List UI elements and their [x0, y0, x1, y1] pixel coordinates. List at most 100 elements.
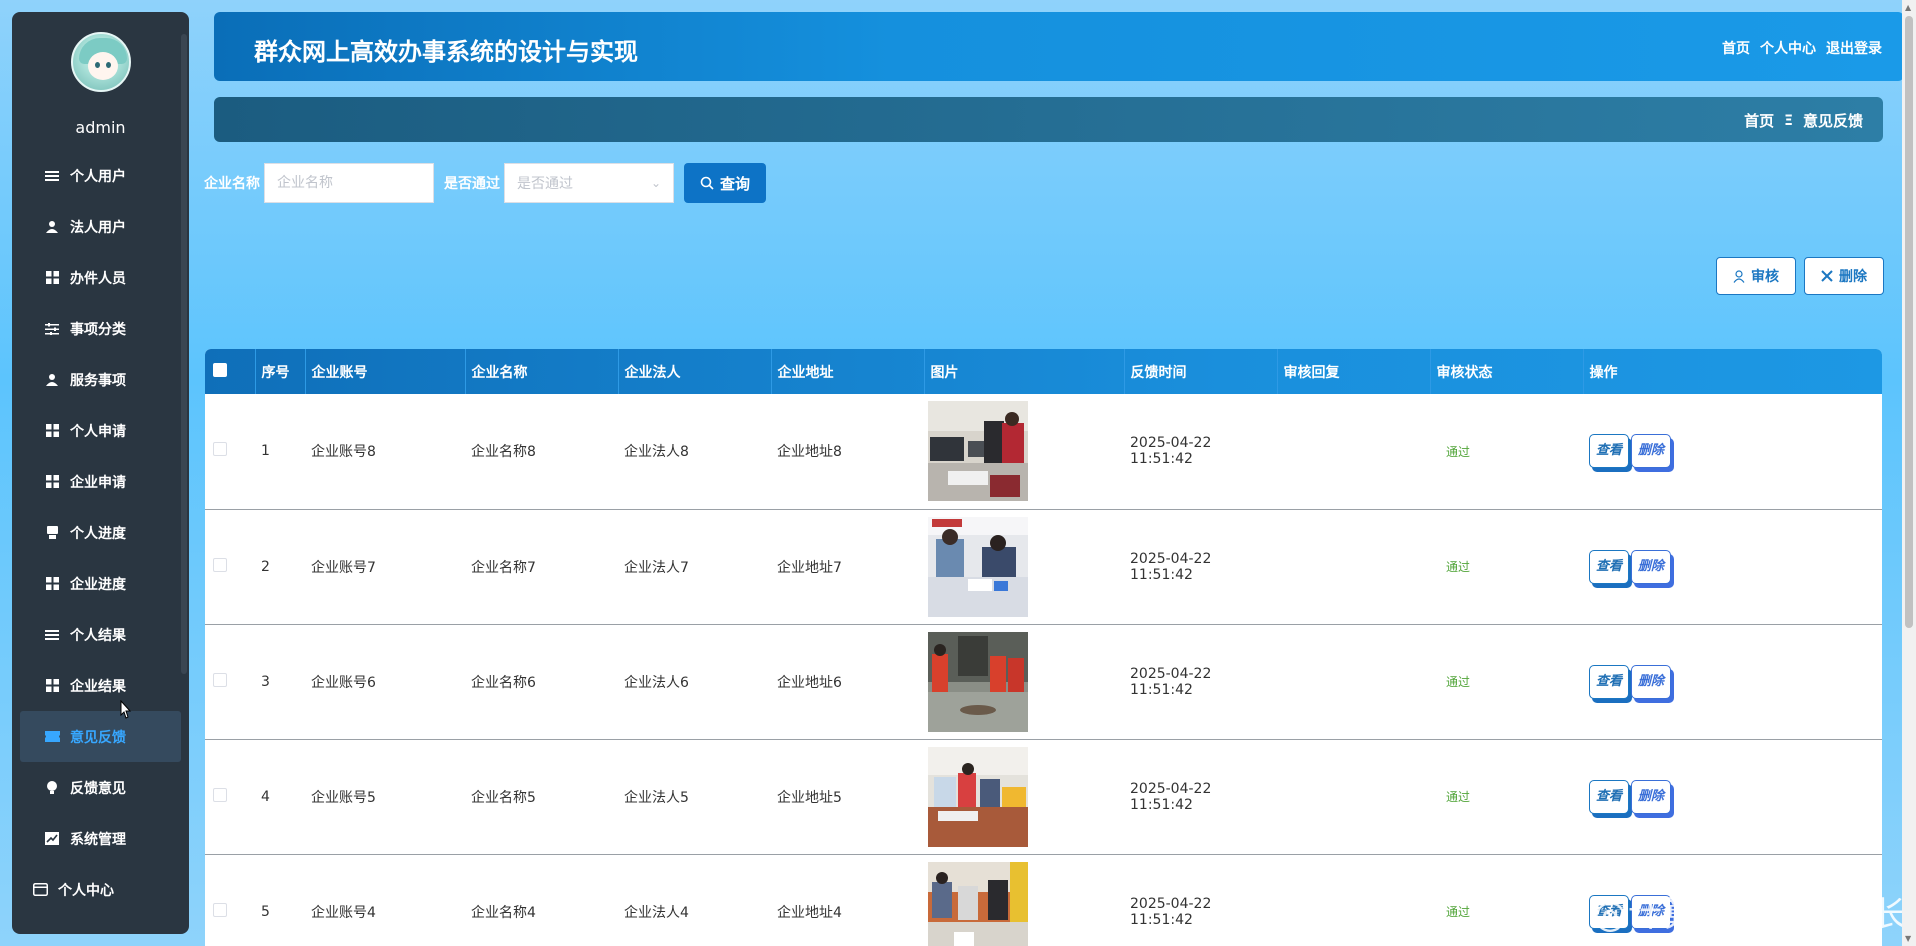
- cell-account: 企业账号7: [311, 559, 376, 576]
- sidebar-item-办件人员[interactable]: 办件人员: [12, 252, 189, 303]
- column-header: 操作: [1589, 364, 1618, 381]
- header-link-logout[interactable]: 退出登录: [1826, 38, 1882, 58]
- select-all-checkbox[interactable]: [213, 362, 227, 377]
- sidebar-item-系统管理[interactable]: 系统管理: [12, 813, 189, 864]
- cell-address: 企业地址7: [777, 559, 842, 576]
- column-header: 企业法人: [618, 349, 772, 394]
- sidebar-item-label: 服务事项: [70, 372, 126, 389]
- user-icon: [44, 220, 60, 234]
- cell-address: 企业地址6: [777, 674, 842, 691]
- passed-select[interactable]: 是否通过 ⌄: [504, 163, 674, 203]
- cell-name: 企业名称5: [471, 789, 536, 806]
- status-badge: 通过: [1446, 790, 1471, 804]
- printer-icon: [44, 526, 60, 540]
- feedback-photo[interactable]: [928, 401, 1028, 502]
- header-link-home[interactable]: 首页: [1722, 38, 1750, 58]
- passed-select-placeholder: 是否通过: [517, 176, 573, 192]
- row-checkbox[interactable]: [213, 787, 227, 802]
- cell-reply: [1277, 394, 1430, 509]
- feedback-photo[interactable]: [928, 516, 1028, 617]
- mouse-cursor-icon: [120, 700, 132, 719]
- scrollbar-thumb[interactable]: [1905, 16, 1913, 628]
- table-row: 4 企业账号5 企业名称5 企业法人5 企业地址5 2025-04-22 11:…: [205, 739, 1882, 854]
- sidebar-item-个人用户[interactable]: 个人用户: [12, 150, 189, 201]
- query-button-label: 查询: [720, 174, 751, 193]
- sidebar-item-企业进度[interactable]: 企业进度: [12, 558, 189, 609]
- grid-icon: [44, 679, 60, 693]
- view-button[interactable]: 查看: [1589, 779, 1630, 814]
- delete-button[interactable]: 删除: [1631, 549, 1672, 584]
- cell-reply: [1277, 509, 1430, 624]
- view-button[interactable]: 查看: [1589, 549, 1630, 584]
- column-header: 序号: [255, 349, 306, 394]
- sidebar-menu: 个人用户 法人用户 办件人员 事项分类 服务事项 个人申请 企业申请 个人进度: [12, 150, 189, 915]
- sidebar-item-label: 系统管理: [70, 831, 126, 848]
- status-badge: 通过: [1446, 675, 1471, 689]
- header-link-user-center[interactable]: 个人中心: [1760, 38, 1816, 58]
- review-button[interactable]: 审核: [1716, 257, 1796, 295]
- avatar[interactable]: [71, 32, 131, 92]
- delete-button[interactable]: 删除: [1631, 779, 1672, 814]
- sidebar-item-企业结果[interactable]: 企业结果: [12, 660, 189, 711]
- scroll-down-icon[interactable]: ▼: [1905, 934, 1911, 943]
- cell-address: 企业地址4: [777, 904, 842, 921]
- column-header: 企业名称: [465, 349, 619, 394]
- column-header: 审核回复: [1277, 349, 1431, 394]
- row-checkbox[interactable]: [213, 902, 227, 917]
- cell-account: 企业账号8: [311, 444, 376, 461]
- cell-index: 5: [261, 903, 270, 920]
- sidebar-item-label: 个人中心: [58, 882, 114, 899]
- breadcrumb-separator: Ξ: [1784, 112, 1793, 129]
- batch-delete-button[interactable]: 删除: [1804, 257, 1884, 295]
- feedback-photo[interactable]: [928, 746, 1028, 847]
- view-button[interactable]: 查看: [1589, 434, 1630, 469]
- search-icon: [700, 176, 714, 190]
- table-row: 2 企业账号7 企业名称7 企业法人7 企业地址7 2025-04-22 11:…: [205, 509, 1882, 624]
- sidebar-item-个人申请[interactable]: 个人申请: [12, 405, 189, 456]
- feedback-table: 序号 企业账号 企业名称 企业法人 企业地址 图片 反馈时间 审核回复 审核状态…: [205, 349, 1882, 946]
- sidebar-item-个人进度[interactable]: 个人进度: [12, 507, 189, 558]
- delete-button[interactable]: 删除: [1631, 434, 1672, 469]
- column-header: 企业地址: [771, 349, 925, 394]
- sidebar-item-label: 法人用户: [70, 219, 126, 236]
- list-icon: [44, 628, 60, 642]
- view-button[interactable]: 查看: [1589, 664, 1630, 699]
- sidebar-item-label: 个人用户: [70, 168, 126, 185]
- watermark: CSDN @计算机程序猿学长: [1480, 895, 1908, 935]
- sidebar-item-服务事项[interactable]: 服务事项: [12, 354, 189, 405]
- cell-index: 4: [261, 788, 270, 805]
- company-name-input[interactable]: [264, 163, 434, 203]
- sidebar-item-label: 企业进度: [70, 576, 126, 593]
- row-checkbox[interactable]: [213, 557, 227, 572]
- username: admin: [75, 118, 126, 137]
- row-checkbox[interactable]: [213, 672, 227, 687]
- cell-address: 企业地址8: [777, 444, 842, 461]
- sidebar-item-反馈意见[interactable]: 反馈意见: [12, 762, 189, 813]
- sidebar-item-法人用户[interactable]: 法人用户: [12, 201, 189, 252]
- page-scrollbar[interactable]: ▲ ▼: [1902, 0, 1916, 946]
- grid-icon: [44, 577, 60, 591]
- column-header: 企业账号: [305, 349, 466, 394]
- delete-button[interactable]: 删除: [1631, 664, 1672, 699]
- top-header: 群众网上高效办事系统的设计与实现 首页 个人中心 退出登录: [214, 12, 1904, 81]
- sidebar-item-个人结果[interactable]: 个人结果: [12, 609, 189, 660]
- breadcrumb-home[interactable]: 首页: [1744, 110, 1774, 131]
- cell-account: 企业账号4: [311, 904, 376, 921]
- review-button-label: 审核: [1751, 269, 1779, 285]
- sidebar-item-user-center[interactable]: 个人中心: [12, 864, 189, 915]
- sidebar-item-企业申请[interactable]: 企业申请: [12, 456, 189, 507]
- cell-legal: 企业法人6: [624, 674, 689, 691]
- ticket-icon: [44, 730, 60, 744]
- sidebar-item-事项分类[interactable]: 事项分类: [12, 303, 189, 354]
- row-checkbox[interactable]: [213, 442, 227, 457]
- cell-index: 2: [261, 558, 270, 575]
- sidebar-item-意见反馈[interactable]: 意见反馈: [20, 711, 181, 762]
- feedback-photo[interactable]: [928, 861, 1028, 946]
- page-title: 群众网上高效办事系统的设计与实现: [254, 38, 638, 66]
- batch-delete-button-label: 删除: [1839, 269, 1867, 285]
- scroll-up-icon[interactable]: ▲: [1905, 3, 1911, 12]
- cell-name: 企业名称7: [471, 559, 536, 576]
- column-header: 反馈时间: [1124, 349, 1278, 394]
- query-button[interactable]: 查询: [684, 163, 767, 203]
- feedback-photo[interactable]: [928, 631, 1028, 732]
